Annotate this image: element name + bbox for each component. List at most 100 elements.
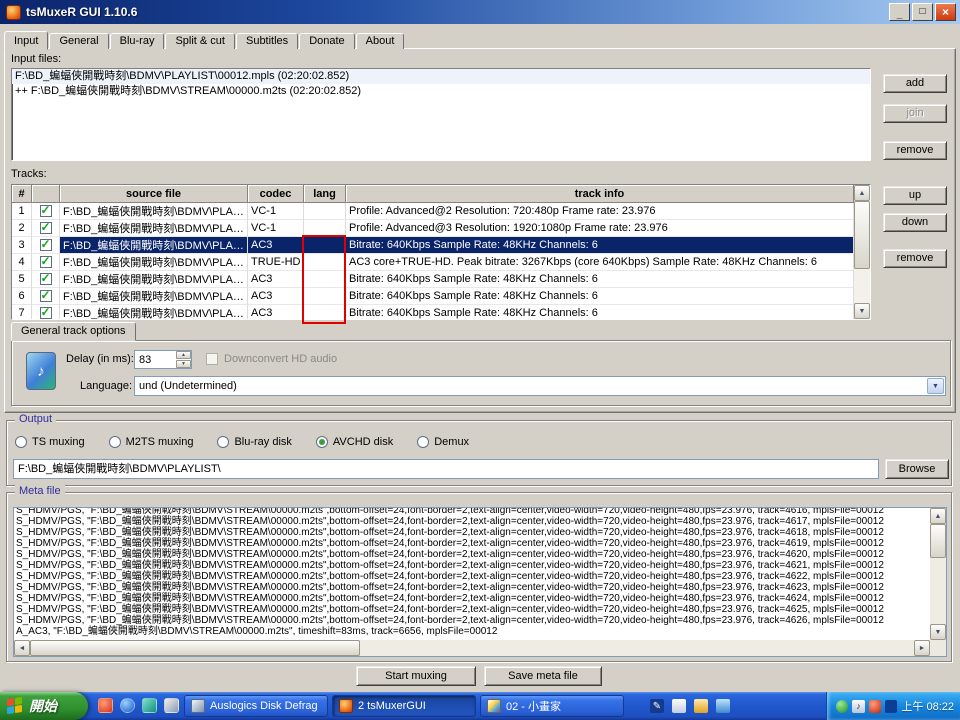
taskbar-item-tsmuxergui[interactable]: 2 tsMuxerGUI: [332, 695, 476, 717]
tray-network-icon[interactable]: [885, 700, 897, 713]
scroll-down-button[interactable]: ▼: [854, 303, 870, 319]
add-button[interactable]: add: [883, 74, 947, 93]
track-enabled-checkbox[interactable]: ✓: [40, 290, 52, 302]
scroll-down-button[interactable]: ▼: [930, 624, 946, 640]
up-button[interactable]: up: [883, 186, 947, 205]
start-button[interactable]: 開始: [0, 692, 88, 720]
down-button[interactable]: down: [883, 213, 947, 232]
delay-spinner[interactable]: 83 ▲ ▼: [134, 350, 192, 369]
tab-split-cut[interactable]: Split & cut: [165, 33, 235, 49]
track-enabled-checkbox[interactable]: ✓: [40, 273, 52, 285]
output-path-input[interactable]: F:\BD_蝙蝠俠開戰時刻\BDMV\PLAYLIST\: [13, 459, 879, 479]
remove-track-button[interactable]: remove: [883, 249, 947, 268]
check-icon: ✓: [41, 305, 51, 319]
track-enabled-checkbox[interactable]: ✓: [40, 256, 52, 268]
browse-button[interactable]: Browse: [885, 459, 949, 479]
quick-launch-icon-2[interactable]: [120, 698, 135, 713]
table-row[interactable]: 4 ✓ F:\BD_蝙蝠俠開戰時刻\BDMV\PLA… TRUE-HD AC3 …: [12, 254, 854, 271]
tray-volume-icon[interactable]: ♪: [852, 700, 864, 713]
restore-button[interactable]: □: [912, 3, 933, 21]
join-button[interactable]: join: [883, 104, 947, 123]
tray-update-icon[interactable]: [869, 700, 881, 713]
track-enabled-checkbox[interactable]: ✓: [40, 222, 52, 234]
taskbar-tool-icon[interactable]: [694, 699, 708, 713]
input-tab-page: Input files: F:\BD_蝙蝠俠開戰時刻\BDMV\PLAYLIST…: [4, 48, 956, 413]
table-row[interactable]: 7 ✓ F:\BD_蝙蝠俠開戰時刻\BDMV\PLA… AC3 Bitrate:…: [12, 305, 854, 320]
quick-launch-icon-1[interactable]: [98, 698, 113, 713]
table-row[interactable]: 5 ✓ F:\BD_蝙蝠俠開戰時刻\BDMV\PLA… AC3 Bitrate:…: [12, 271, 854, 288]
track-number: 6: [12, 288, 32, 305]
tracks-scrollbar[interactable]: ▲ ▼: [854, 185, 870, 319]
scroll-thumb[interactable]: [930, 524, 946, 558]
meta-line: S_HDMV/PGS, "F:\BD_蝙蝠俠開戰時刻\BDMV\STREAM\0…: [16, 538, 929, 549]
taskbar-monitor-icon[interactable]: [716, 699, 730, 713]
downconvert-checkbox[interactable]: [206, 353, 218, 365]
column-header-source[interactable]: source file: [60, 185, 248, 203]
spin-down-button[interactable]: ▼: [176, 360, 191, 368]
downconvert-label: Downconvert HD audio: [224, 353, 337, 365]
spin-up-button[interactable]: ▲: [176, 351, 191, 359]
save-meta-file-button[interactable]: Save meta file: [484, 666, 602, 686]
meta-line: S_HDMV/PGS, "F:\BD_蝙蝠俠開戰時刻\BDMV\STREAM\0…: [16, 571, 929, 582]
metafile-horizontal-scrollbar[interactable]: ◄ ►: [14, 640, 930, 656]
quick-launch-icon-3[interactable]: [142, 698, 157, 713]
metafile-vertical-scrollbar[interactable]: ▲ ▼: [930, 508, 946, 640]
meta-line: S_HDMV/PGS, "F:\BD_蝙蝠俠開戰時刻\BDMV\STREAM\0…: [16, 593, 929, 604]
music-note-icon: ♪: [856, 701, 861, 711]
radio-avchd-disk[interactable]: AVCHD disk: [316, 436, 393, 448]
scroll-thumb[interactable]: [854, 201, 870, 269]
radio-label: AVCHD disk: [333, 436, 393, 448]
close-icon: ×: [942, 6, 949, 18]
track-enabled-checkbox[interactable]: ✓: [40, 239, 52, 251]
tab-bluray[interactable]: Blu-ray: [110, 33, 165, 49]
list-item[interactable]: ++ F:\BD_蝙蝠俠開戰時刻\BDMV\STREAM\00000.m2ts …: [12, 84, 870, 99]
minimize-button[interactable]: _: [889, 3, 910, 21]
taskbar-ime-icon[interactable]: [672, 699, 686, 713]
column-header-codec[interactable]: codec: [248, 185, 304, 203]
check-icon: ✓: [41, 203, 51, 217]
scroll-right-button[interactable]: ►: [914, 640, 930, 656]
column-header-info[interactable]: track info: [346, 185, 854, 203]
track-enabled-checkbox[interactable]: ✓: [40, 205, 52, 217]
tray-antivirus-icon[interactable]: [836, 700, 848, 713]
table-row-selected[interactable]: 3 ✓ F:\BD_蝙蝠俠開戰時刻\BDMV\PLA… AC3 Bitrate:…: [12, 237, 854, 254]
scroll-up-button[interactable]: ▲: [854, 185, 870, 201]
input-files-list[interactable]: F:\BD_蝙蝠俠開戰時刻\BDMV\PLAYLIST\00012.mpls (…: [11, 68, 871, 161]
tab-about[interactable]: About: [356, 33, 405, 49]
track-enabled-checkbox[interactable]: ✓: [40, 307, 52, 319]
column-header-lang[interactable]: lang: [304, 185, 346, 203]
scroll-up-button[interactable]: ▲: [930, 508, 946, 524]
radio-bluray-disk[interactable]: Blu-ray disk: [217, 436, 291, 448]
scroll-thumb[interactable]: [30, 640, 360, 656]
tab-bar: Input General Blu-ray Split & cut Subtit…: [4, 30, 405, 49]
language-dropdown[interactable]: und (Undetermined) ▼: [134, 376, 946, 396]
list-item[interactable]: F:\BD_蝙蝠俠開戰時刻\BDMV\PLAYLIST\00012.mpls (…: [12, 69, 870, 84]
taskbar-item-disk-defrag[interactable]: Auslogics Disk Defrag: [184, 695, 328, 717]
taskbar-item-paint[interactable]: 02 - 小畫家: [480, 695, 624, 717]
radio-demux[interactable]: Demux: [417, 436, 469, 448]
output-group-title: Output: [15, 413, 56, 425]
track-source: F:\BD_蝙蝠俠開戰時刻\BDMV\PLA…: [60, 288, 248, 305]
general-track-options-tab[interactable]: General track options: [11, 322, 136, 341]
table-row[interactable]: 1 ✓ F:\BD_蝙蝠俠開戰時刻\BDMV\PLA… VC-1 Profile…: [12, 203, 854, 220]
radio-ts-muxing[interactable]: TS muxing: [15, 436, 85, 448]
table-row[interactable]: 2 ✓ F:\BD_蝙蝠俠開戰時刻\BDMV\PLA… VC-1 Profile…: [12, 220, 854, 237]
column-header-checkbox[interactable]: [32, 185, 60, 203]
start-muxing-button[interactable]: Start muxing: [356, 666, 476, 686]
tab-subtitles[interactable]: Subtitles: [236, 33, 298, 49]
tab-donate[interactable]: Donate: [299, 33, 354, 49]
taskbar-pen-icon[interactable]: ✎: [650, 699, 664, 713]
table-row[interactable]: 6 ✓ F:\BD_蝙蝠俠開戰時刻\BDMV\PLA… AC3 Bitrate:…: [12, 288, 854, 305]
quick-launch-icon-4[interactable]: [164, 698, 179, 713]
tab-general[interactable]: General: [49, 33, 108, 49]
scroll-left-button[interactable]: ◄: [14, 640, 30, 656]
column-header-number[interactable]: #: [12, 185, 32, 203]
track-lang: [304, 254, 346, 271]
remove-file-button[interactable]: remove: [883, 141, 947, 160]
close-button[interactable]: ×: [935, 3, 956, 21]
track-source: F:\BD_蝙蝠俠開戰時刻\BDMV\PLA…: [60, 254, 248, 271]
radio-m2ts-muxing[interactable]: M2TS muxing: [109, 436, 194, 448]
metafile-textarea[interactable]: S_HDMV/PGS, "F:\BD_蝙蝠俠開戰時刻\BDMV\STREAM\0…: [13, 507, 947, 657]
tab-input[interactable]: Input: [4, 31, 48, 50]
dropdown-button[interactable]: ▼: [927, 378, 944, 394]
